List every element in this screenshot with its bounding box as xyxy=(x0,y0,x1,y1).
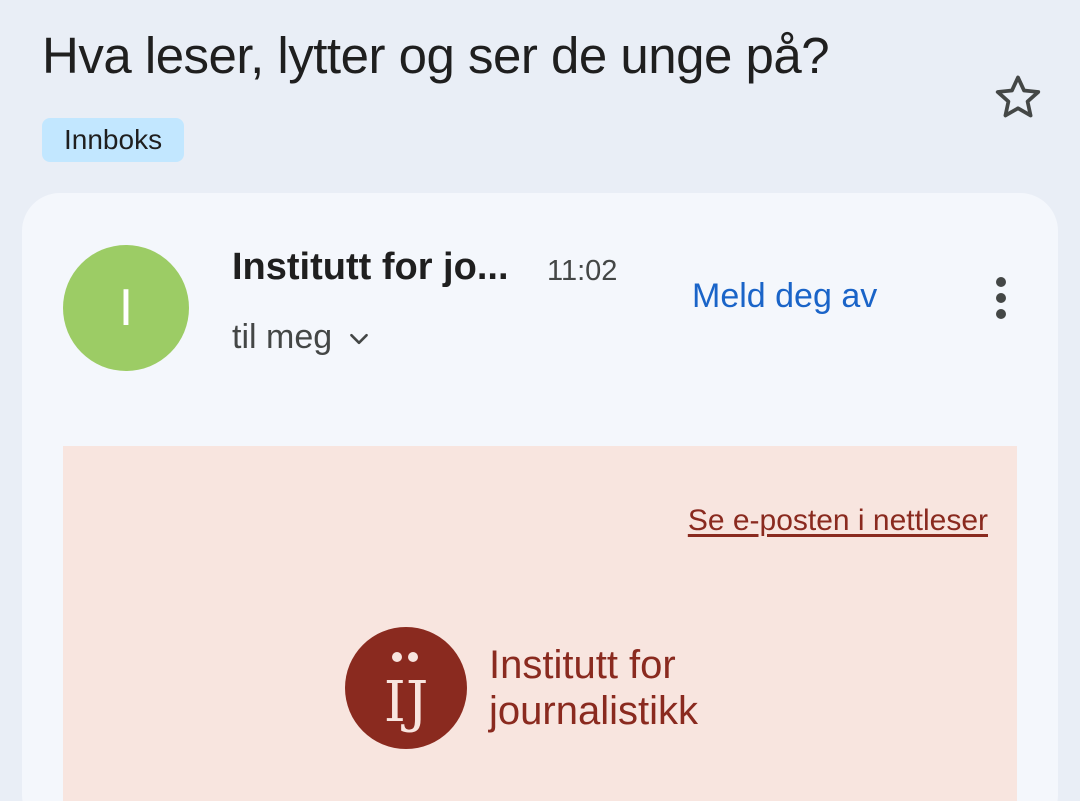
more-options-icon[interactable] xyxy=(986,270,1016,326)
chevron-down-icon xyxy=(350,333,369,344)
email-subject: Hva leser, lytter og ser de unge på? xyxy=(42,27,830,84)
email-view: Hva leser, lytter og ser de unge på? Inn… xyxy=(0,0,1080,801)
institute-logo: IJ Institutt for journalistikk xyxy=(345,627,698,749)
sender-name[interactable]: Institutt for jo... xyxy=(232,246,509,289)
ij-seal-logo-icon: IJ xyxy=(345,627,467,749)
view-in-browser-link[interactable]: Se e-posten i nettleser xyxy=(688,504,988,538)
message-time: 11:02 xyxy=(547,255,618,287)
svg-text:IJ: IJ xyxy=(384,670,429,735)
logo-text-line2: journalistikk xyxy=(489,689,698,733)
sender-avatar[interactable]: I xyxy=(63,245,189,371)
inbox-label-chip[interactable]: Innboks xyxy=(42,118,185,162)
recipient-details-toggle[interactable]: til meg xyxy=(232,318,372,357)
star-icon[interactable] xyxy=(990,70,1046,126)
recipient-text: til meg xyxy=(232,318,333,356)
unsubscribe-button[interactable]: Meld deg av xyxy=(692,277,877,316)
email-body-content: Se e-posten i nettleser IJ Institutt for… xyxy=(63,446,1017,801)
logo-text-line1: Institutt for xyxy=(489,643,676,687)
